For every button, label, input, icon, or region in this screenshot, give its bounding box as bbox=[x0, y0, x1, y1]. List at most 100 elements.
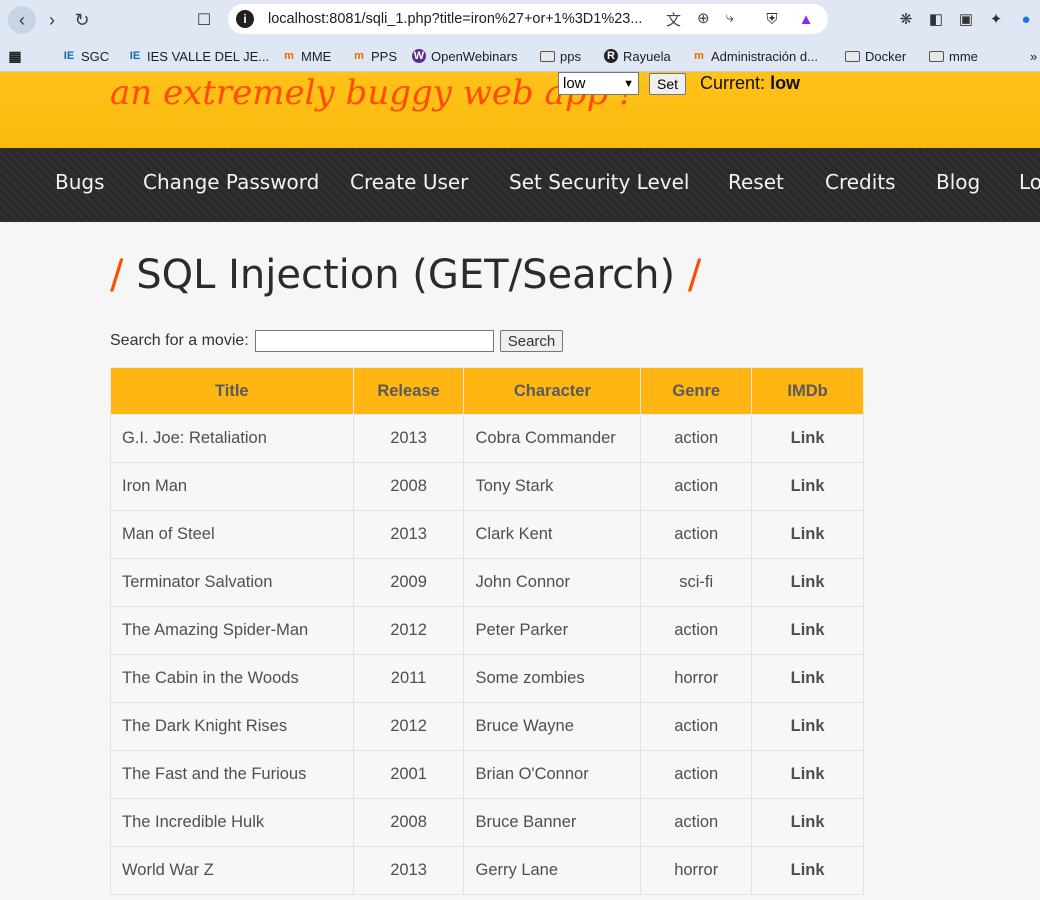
imdb-link[interactable]: Link bbox=[751, 798, 864, 847]
bookmark-icon[interactable]: ☐ bbox=[190, 6, 218, 34]
bookmarks-bar: ▦ IE SGC IE IES VALLE DEL JE... m MME m PPS … bbox=[0, 40, 1040, 72]
bookmark-item[interactable]: R Rayuela bbox=[604, 46, 671, 66]
table-row: Man of Steel 2013 Clark Kent action Link bbox=[110, 510, 864, 559]
bookmark-folder[interactable]: mme bbox=[929, 46, 978, 66]
folder-icon bbox=[929, 50, 944, 62]
extensions-icon[interactable]: ❋ bbox=[896, 9, 916, 29]
cell-character: Bruce Wayne bbox=[463, 702, 642, 751]
profile-icon[interactable]: ● bbox=[1016, 9, 1036, 29]
chevron-down-icon: ▼ bbox=[623, 77, 634, 90]
bookmark-item[interactable]: W OpenWebinars bbox=[412, 46, 517, 66]
cell-genre: sci-fi bbox=[640, 558, 753, 607]
imdb-link[interactable]: Link bbox=[751, 510, 864, 559]
search-input[interactable] bbox=[254, 330, 494, 352]
brave-shield-icon[interactable]: ⛨ bbox=[762, 9, 782, 29]
table-row: Iron Man 2008 Tony Stark action Link bbox=[110, 462, 864, 511]
leo-icon[interactable]: ✦ bbox=[986, 9, 1006, 29]
url-text[interactable]: localhost:8081/sqli_1.php?title=iron%27+… bbox=[268, 11, 652, 27]
menu-item-set-security-level[interactable]: Set Security Level bbox=[509, 170, 689, 194]
menu-item-credits[interactable]: Credits bbox=[825, 170, 896, 194]
cell-genre: horror bbox=[640, 654, 753, 703]
menu-item-reset[interactable]: Reset bbox=[728, 170, 784, 194]
table-header-row: Title Release Character Genre IMDb bbox=[110, 367, 864, 415]
security-level-form: low ▼ Set Current: low bbox=[558, 72, 800, 95]
cell-character: Some zombies bbox=[463, 654, 642, 703]
address-bar[interactable]: i localhost:8081/sqli_1.php?title=iron%2… bbox=[228, 4, 828, 34]
bookmark-item[interactable]: m PPS bbox=[352, 46, 397, 66]
cell-release: 2011 bbox=[352, 654, 465, 703]
site-info-icon[interactable]: i bbox=[236, 10, 254, 28]
cell-genre: action bbox=[640, 702, 753, 751]
more-bookmarks-icon[interactable]: » bbox=[1030, 46, 1037, 66]
cell-character: Tony Stark bbox=[463, 462, 642, 511]
column-header-release: Release bbox=[352, 367, 465, 415]
moodle-icon: m bbox=[354, 50, 364, 62]
imdb-link[interactable]: Link bbox=[751, 606, 864, 655]
imdb-link[interactable]: Link bbox=[751, 750, 864, 799]
cell-title: Iron Man bbox=[110, 462, 354, 511]
cell-title: The Incredible Hulk bbox=[110, 798, 354, 847]
cell-title: Man of Steel bbox=[110, 510, 354, 559]
bookmark-item[interactable]: m Administración d... bbox=[692, 46, 818, 66]
search-label: Search for a movie: bbox=[110, 332, 249, 349]
table-row: The Fast and the Furious 2001 Brian O'Co… bbox=[110, 750, 864, 799]
imdb-link[interactable]: Link bbox=[751, 414, 864, 463]
cell-release: 2012 bbox=[352, 606, 465, 655]
table-row: G.I. Joe: Retaliation 2013 Cobra Command… bbox=[110, 414, 864, 463]
column-header-title: Title bbox=[110, 367, 354, 415]
cell-genre: action bbox=[640, 462, 753, 511]
ies-icon: IE bbox=[129, 50, 141, 62]
menu-item-logout[interactable]: Lo bbox=[1019, 170, 1040, 194]
back-icon[interactable]: ‹ bbox=[8, 6, 36, 34]
set-button[interactable]: Set bbox=[649, 72, 687, 95]
cell-genre: action bbox=[640, 414, 753, 463]
menu-item-change-password[interactable]: Change Password bbox=[143, 170, 319, 194]
browser-toolbar: ‹ › ↻ ☐ i localhost:8081/sqli_1.php?titl… bbox=[0, 0, 1040, 40]
cell-genre: action bbox=[640, 606, 753, 655]
bookmark-item[interactable]: IE IES VALLE DEL JE... bbox=[128, 46, 269, 66]
bookmark-folder[interactable]: pps bbox=[540, 46, 581, 66]
openwebinars-icon: W bbox=[412, 49, 426, 63]
bookmark-item[interactable]: IE SGC bbox=[62, 46, 109, 66]
cell-character: Clark Kent bbox=[463, 510, 642, 559]
table-row: The Dark Knight Rises 2012 Bruce Wayne a… bbox=[110, 702, 864, 751]
menu-item-create-user[interactable]: Create User bbox=[350, 170, 468, 194]
menu-item-bugs[interactable]: Bugs bbox=[55, 170, 105, 194]
cell-title: G.I. Joe: Retaliation bbox=[110, 414, 354, 463]
sidebar-icon[interactable]: ◧ bbox=[926, 9, 946, 29]
cell-character: Gerry Lane bbox=[463, 846, 642, 895]
moodle-icon: m bbox=[694, 50, 704, 62]
search-button[interactable]: Search bbox=[499, 330, 564, 352]
imdb-link[interactable]: Link bbox=[751, 462, 864, 511]
cell-release: 2013 bbox=[352, 846, 465, 895]
menu-item-blog[interactable]: Blog bbox=[936, 170, 980, 194]
cell-character: John Connor bbox=[463, 558, 642, 607]
brave-rewards-icon[interactable]: ▲ bbox=[796, 9, 816, 29]
main-menu: Bugs Change Password Create User Set Sec… bbox=[0, 148, 1040, 222]
imdb-link[interactable]: Link bbox=[751, 846, 864, 895]
forward-icon[interactable]: › bbox=[38, 6, 66, 34]
column-header-character: Character bbox=[463, 367, 642, 415]
reload-icon[interactable]: ↻ bbox=[68, 6, 96, 34]
imdb-link[interactable]: Link bbox=[751, 558, 864, 607]
bookmark-folder[interactable]: Docker bbox=[845, 46, 906, 66]
cell-genre: horror bbox=[640, 846, 753, 895]
imdb-link[interactable]: Link bbox=[751, 654, 864, 703]
cell-title: The Fast and the Furious bbox=[110, 750, 354, 799]
imdb-link[interactable]: Link bbox=[751, 702, 864, 751]
cell-release: 2013 bbox=[352, 414, 465, 463]
cell-release: 2008 bbox=[352, 462, 465, 511]
tagline: an extremely buggy web app ! bbox=[110, 73, 633, 113]
zoom-icon[interactable]: ⊕ bbox=[697, 9, 710, 30]
cell-title: The Cabin in the Woods bbox=[110, 654, 354, 703]
cell-genre: action bbox=[640, 750, 753, 799]
cell-release: 2013 bbox=[352, 510, 465, 559]
translate-icon[interactable]: 文 bbox=[666, 9, 681, 30]
wallet-icon[interactable]: ▣ bbox=[956, 9, 976, 29]
table-row: Terminator Salvation 2009 John Connor sc… bbox=[110, 558, 864, 607]
cell-release: 2001 bbox=[352, 750, 465, 799]
apps-icon[interactable]: ▦ bbox=[8, 46, 22, 66]
security-level-select[interactable]: low ▼ bbox=[558, 72, 639, 95]
share-icon[interactable]: ⤷ bbox=[726, 9, 734, 30]
bookmark-item[interactable]: m MME bbox=[282, 46, 331, 66]
